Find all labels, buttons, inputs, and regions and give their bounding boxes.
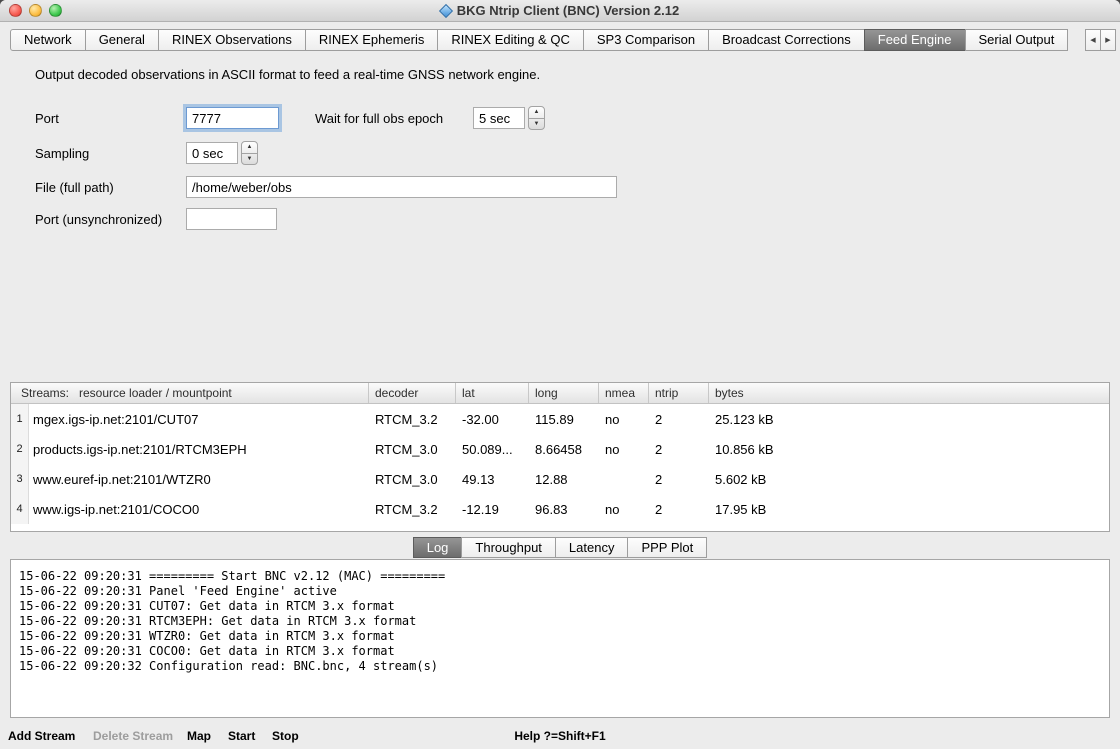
streams-table: Streams: resource loader / mountpoint de… bbox=[10, 382, 1110, 532]
title-bar: BKG Ntrip Client (BNC) Version 2.12 bbox=[0, 0, 1120, 22]
tab-bar: Network General RINEX Observations RINEX… bbox=[10, 29, 1116, 51]
tab-general[interactable]: General bbox=[85, 29, 159, 51]
tab-rinex-observations[interactable]: RINEX Observations bbox=[158, 29, 306, 51]
wait-epoch-stepper: ▲ ▼ bbox=[528, 106, 545, 130]
cell-bytes: 25.123 kB bbox=[709, 412, 1109, 427]
tab-serial-output[interactable]: Serial Output bbox=[965, 29, 1069, 51]
log-line: 15-06-22 09:20:31 CUT07: Get data in RTC… bbox=[19, 599, 1101, 614]
cell-ntrip: 2 bbox=[649, 502, 709, 517]
left-triangle-icon: ◀ bbox=[1090, 36, 1095, 44]
cell-bytes: 5.602 kB bbox=[709, 472, 1109, 487]
window-title-text: BKG Ntrip Client (BNC) Version 2.12 bbox=[457, 3, 679, 18]
cell-lat: -32.00 bbox=[456, 412, 529, 427]
port-label: Port bbox=[35, 111, 59, 126]
tab-throughput[interactable]: Throughput bbox=[461, 537, 556, 558]
cell-mountpoint: mgex.igs-ip.net:2101/CUT07 bbox=[29, 412, 369, 427]
cell-long: 8.66458 bbox=[529, 442, 599, 457]
app-icon bbox=[439, 4, 453, 18]
cell-nmea: no bbox=[599, 412, 649, 427]
log-line: 15-06-22 09:20:31 Panel 'Feed Engine' ac… bbox=[19, 584, 1101, 599]
cell-mountpoint: www.igs-ip.net:2101/COCO0 bbox=[29, 502, 369, 517]
header-nmea: nmea bbox=[599, 383, 649, 403]
cell-mountpoint: www.euref-ip.net:2101/WTZR0 bbox=[29, 472, 369, 487]
streams-table-header: Streams: resource loader / mountpoint de… bbox=[11, 383, 1109, 404]
row-number: 4 bbox=[11, 494, 29, 524]
cell-nmea: no bbox=[599, 502, 649, 517]
cell-lat: 50.089... bbox=[456, 442, 529, 457]
tab-sp3-comparison[interactable]: SP3 Comparison bbox=[583, 29, 709, 51]
log-line: 15-06-22 09:20:31 RTCM3EPH: Get data in … bbox=[19, 614, 1101, 629]
sampling-input[interactable] bbox=[186, 142, 238, 164]
cell-bytes: 10.856 kB bbox=[709, 442, 1109, 457]
cell-lat: -12.19 bbox=[456, 502, 529, 517]
header-decoder: decoder bbox=[369, 383, 456, 403]
tab-scroll-right-button[interactable]: ▶ bbox=[1100, 29, 1116, 51]
tab-scroll-arrows: ◀ ▶ bbox=[1086, 29, 1116, 51]
cell-long: 12.88 bbox=[529, 472, 599, 487]
tab-broadcast-corrections[interactable]: Broadcast Corrections bbox=[708, 29, 865, 51]
cell-ntrip: 2 bbox=[649, 412, 709, 427]
tab-scroll-left-button[interactable]: ◀ bbox=[1085, 29, 1101, 51]
port-unsync-label: Port (unsynchronized) bbox=[35, 212, 162, 227]
cell-nmea: no bbox=[599, 442, 649, 457]
row-number: 3 bbox=[11, 464, 29, 494]
tab-log[interactable]: Log bbox=[413, 537, 463, 558]
cell-decoder: RTCM_3.2 bbox=[369, 502, 456, 517]
cell-bytes: 17.95 kB bbox=[709, 502, 1109, 517]
panel-description: Output decoded observations in ASCII for… bbox=[35, 67, 540, 82]
sampling-stepper: ▲ ▼ bbox=[241, 141, 258, 165]
status-bar: Add Stream Delete Stream Map Start Stop … bbox=[0, 723, 1120, 749]
header-long: long bbox=[529, 383, 599, 403]
cell-lat: 49.13 bbox=[456, 472, 529, 487]
help-hint: Help ?=Shift+F1 bbox=[0, 727, 1120, 745]
cell-ntrip: 2 bbox=[649, 442, 709, 457]
header-mountpoint: Streams: resource loader / mountpoint bbox=[11, 383, 369, 403]
tab-rinex-editing-qc[interactable]: RINEX Editing & QC bbox=[437, 29, 584, 51]
file-path-label: File (full path) bbox=[35, 180, 114, 195]
stream-row[interactable]: 4 www.igs-ip.net:2101/COCO0 RTCM_3.2 -12… bbox=[11, 494, 1109, 524]
right-triangle-icon: ▶ bbox=[1105, 36, 1110, 44]
tab-feed-engine[interactable]: Feed Engine bbox=[864, 29, 966, 51]
port-unsync-input[interactable] bbox=[186, 208, 277, 230]
cell-ntrip: 2 bbox=[649, 472, 709, 487]
log-line: 15-06-22 09:20:31 COCO0: Get data in RTC… bbox=[19, 644, 1101, 659]
sampling-label: Sampling bbox=[35, 146, 89, 161]
stream-row[interactable]: 1 mgex.igs-ip.net:2101/CUT07 RTCM_3.2 -3… bbox=[11, 404, 1109, 434]
stepper-down-icon[interactable]: ▼ bbox=[242, 154, 257, 165]
app-window: BKG Ntrip Client (BNC) Version 2.12 Netw… bbox=[0, 0, 1120, 749]
stream-row[interactable]: 3 www.euref-ip.net:2101/WTZR0 RTCM_3.0 4… bbox=[11, 464, 1109, 494]
row-number: 2 bbox=[11, 434, 29, 464]
row-number: 1 bbox=[11, 404, 29, 434]
cell-decoder: RTCM_3.2 bbox=[369, 412, 456, 427]
log-line: 15-06-22 09:20:32 Configuration read: BN… bbox=[19, 659, 1101, 674]
header-lat: lat bbox=[456, 383, 529, 403]
log-line: 15-06-22 09:20:31 WTZR0: Get data in RTC… bbox=[19, 629, 1101, 644]
stepper-up-icon[interactable]: ▲ bbox=[529, 107, 544, 119]
tab-network[interactable]: Network bbox=[10, 29, 86, 51]
tab-rinex-ephemeris[interactable]: RINEX Ephemeris bbox=[305, 29, 438, 51]
wait-epoch-input[interactable] bbox=[473, 107, 525, 129]
cell-long: 96.83 bbox=[529, 502, 599, 517]
log-panel: 15-06-22 09:20:31 ========= Start BNC v2… bbox=[10, 559, 1110, 718]
cell-mountpoint: products.igs-ip.net:2101/RTCM3EPH bbox=[29, 442, 369, 457]
file-path-input[interactable] bbox=[186, 176, 617, 198]
bottom-tab-bar: Log Throughput Latency PPP Plot bbox=[0, 537, 1120, 558]
header-ntrip: ntrip bbox=[649, 383, 709, 403]
cell-decoder: RTCM_3.0 bbox=[369, 472, 456, 487]
stepper-down-icon[interactable]: ▼ bbox=[529, 119, 544, 130]
stepper-up-icon[interactable]: ▲ bbox=[242, 142, 257, 154]
wait-epoch-label: Wait for full obs epoch bbox=[315, 111, 443, 126]
stream-row[interactable]: 2 products.igs-ip.net:2101/RTCM3EPH RTCM… bbox=[11, 434, 1109, 464]
tab-latency[interactable]: Latency bbox=[555, 537, 629, 558]
cell-decoder: RTCM_3.0 bbox=[369, 442, 456, 457]
cell-long: 115.89 bbox=[529, 412, 599, 427]
log-line: 15-06-22 09:20:31 ========= Start BNC v2… bbox=[19, 569, 1101, 584]
window-title: BKG Ntrip Client (BNC) Version 2.12 bbox=[0, 0, 1120, 22]
tab-ppp-plot[interactable]: PPP Plot bbox=[627, 537, 707, 558]
port-input[interactable] bbox=[186, 107, 279, 129]
header-bytes: bytes bbox=[709, 383, 1109, 403]
